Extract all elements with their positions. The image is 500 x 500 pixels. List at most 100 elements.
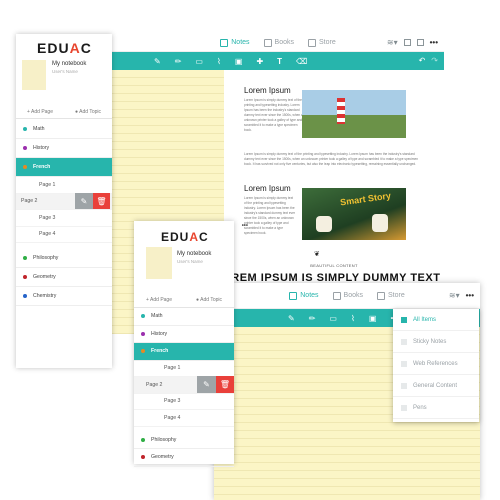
undo-redo: ↶ ↷ — [419, 56, 438, 65]
article-paragraph-1: Lorem Ipsum is simply dummy text of the … — [244, 98, 305, 132]
page-item-4[interactable]: Page 4 — [16, 227, 112, 243]
add-topic-button[interactable]: ● Add Topic — [75, 109, 101, 115]
add-topic-label: Add Topic — [79, 108, 101, 115]
tab-books[interactable]: Books — [263, 38, 294, 47]
more-icon[interactable]: ••• — [430, 38, 438, 47]
filter-option-label: All Items — [413, 316, 437, 323]
checkbox-checked-icon[interactable] — [401, 316, 407, 323]
topic-item-math[interactable]: Math — [16, 120, 112, 139]
topic-item-french[interactable]: French — [16, 158, 112, 177]
checkbox-icon[interactable] — [401, 404, 407, 411]
front-tab-store[interactable]: Store — [377, 291, 405, 300]
filter-option-sticky-notes[interactable]: Sticky Notes — [393, 331, 479, 353]
page-label: Page 2 — [146, 381, 163, 388]
edit-page-button[interactable]: ✎ — [75, 193, 93, 209]
sidebar-more-icon[interactable]: ••• — [242, 223, 248, 229]
topic-item-philosophy[interactable]: Philosophy — [134, 432, 234, 449]
filter-option-label: Sticky Notes — [413, 338, 447, 345]
layers-icon[interactable]: ≋▾ — [387, 38, 398, 47]
add-topic-button[interactable]: ● Add Topic — [196, 297, 222, 303]
notebook-owner: User's Name — [52, 69, 78, 74]
page-item-3[interactable]: Page 3 — [16, 210, 112, 227]
more-icon[interactable]: ••• — [466, 291, 474, 300]
topic-item-chemistry[interactable]: Chemistry — [16, 287, 112, 306]
add-page-label: Add Page — [31, 108, 53, 115]
page-view-icon[interactable] — [403, 39, 411, 46]
checkbox-icon[interactable] — [401, 338, 407, 345]
filter-option-web-references[interactable]: Web References — [393, 353, 479, 375]
page-item-1[interactable]: Page 1 — [134, 361, 234, 377]
add-page-button[interactable]: + Add Page — [146, 297, 172, 303]
filter-option-all-items[interactable]: All Items — [393, 309, 479, 331]
add-page-label: Add Page — [150, 296, 172, 303]
page-item-4[interactable]: Page 4 — [134, 410, 234, 427]
filter-list: All Items Sticky Notes Web References Gener… — [393, 309, 479, 419]
topic-item-math[interactable]: Math — [134, 308, 234, 326]
pencil-icon[interactable]: ✏ — [309, 314, 316, 323]
text-icon[interactable]: T — [277, 57, 282, 66]
add-row: + Add Page ● Add Topic — [134, 292, 234, 308]
pen-icon[interactable]: ✎ — [154, 57, 161, 66]
front-sidebar: ••• EDUAC My notebook User's Name + Add … — [134, 221, 248, 467]
undo-icon[interactable]: ↶ — [419, 56, 426, 65]
page-label: Page 3 — [39, 214, 56, 221]
filter-option-label: Pens — [413, 404, 427, 411]
attach-icon[interactable]: ⌇ — [351, 314, 355, 323]
tab-store-label: Store — [319, 39, 336, 46]
topic-color-dot — [23, 165, 27, 169]
pencil-icon[interactable]: ✏ — [175, 57, 182, 66]
toy-story-image: Smart Story — [302, 188, 406, 240]
page-item-3[interactable]: Page 3 — [134, 394, 234, 410]
filter-option-general-content[interactable]: General Content — [393, 375, 479, 397]
layers-filter-icon[interactable]: ≋▾ — [449, 291, 460, 300]
topic-label: Geometry — [151, 454, 174, 461]
app-logo: EDUAC — [161, 230, 209, 244]
attach-icon[interactable]: ⌇ — [217, 57, 221, 66]
eraser-icon[interactable]: ⌫ — [296, 57, 307, 66]
topic-item-history[interactable]: History — [134, 326, 234, 343]
front-tab-store-label: Store — [388, 292, 405, 299]
notebook-cover[interactable] — [22, 60, 46, 90]
topic-color-dot — [141, 349, 145, 354]
topic-item-history[interactable]: History — [16, 139, 112, 158]
article-heading-1: Lorem Ipsum — [244, 86, 291, 95]
front-top-tab-bar: Notes Books Store ≋▾ ••• — [214, 283, 480, 309]
topic-color-dot — [23, 275, 27, 279]
edit-page-button[interactable]: ✎ — [197, 376, 216, 393]
split-view-icon[interactable] — [416, 39, 424, 46]
puzzle-icon[interactable]: ✚ — [256, 57, 263, 66]
topic-item-philosophy[interactable]: Philosophy — [16, 249, 112, 268]
page-label: Page 4 — [164, 414, 181, 421]
front-tab-books[interactable]: Books — [332, 291, 363, 300]
logo-accent: A — [189, 230, 200, 244]
front-tab-notes[interactable]: Notes — [289, 291, 319, 300]
trash-icon: 🗑 — [96, 196, 107, 206]
front-tab-notes-label: Notes — [300, 292, 319, 299]
redo-icon[interactable]: ↷ — [431, 56, 438, 65]
add-page-button[interactable]: + Add Page — [27, 109, 53, 115]
checkbox-icon[interactable] — [401, 382, 407, 389]
note-icon[interactable]: ▭ — [195, 57, 203, 66]
image-icon[interactable]: ▣ — [369, 314, 377, 323]
topic-color-dot — [141, 314, 145, 319]
top-tab-bar: Notes Books Store ≋▾ ••• — [112, 34, 444, 52]
topic-item-french[interactable]: French — [134, 343, 234, 361]
topic-label: History — [33, 145, 50, 151]
tab-store[interactable]: Store — [308, 38, 336, 47]
image-icon[interactable]: ▣ — [235, 57, 243, 66]
page-item-1[interactable]: Page 1 — [16, 177, 112, 194]
delete-page-button[interactable]: 🗑 — [216, 376, 234, 393]
pen-icon[interactable]: ✎ — [288, 314, 295, 323]
topic-item-geometry[interactable]: Geometry — [134, 449, 234, 467]
checkbox-icon[interactable] — [401, 360, 407, 367]
front-top-right-tools: ≋▾ ••• — [449, 291, 474, 300]
filter-option-pens[interactable]: Pens — [393, 397, 479, 419]
notebook-cover[interactable] — [146, 247, 172, 279]
note-icon[interactable]: ▭ — [329, 314, 337, 323]
delete-page-button[interactable]: 🗑 — [93, 193, 110, 209]
filter-option-label: General Content — [413, 382, 458, 389]
beautiful-content-caption: BEAUTIFUL CONTENT — [310, 263, 358, 268]
topic-item-geometry[interactable]: Geometry — [16, 268, 112, 287]
tab-notes[interactable]: Notes — [220, 38, 250, 47]
topic-color-dot — [23, 146, 27, 150]
